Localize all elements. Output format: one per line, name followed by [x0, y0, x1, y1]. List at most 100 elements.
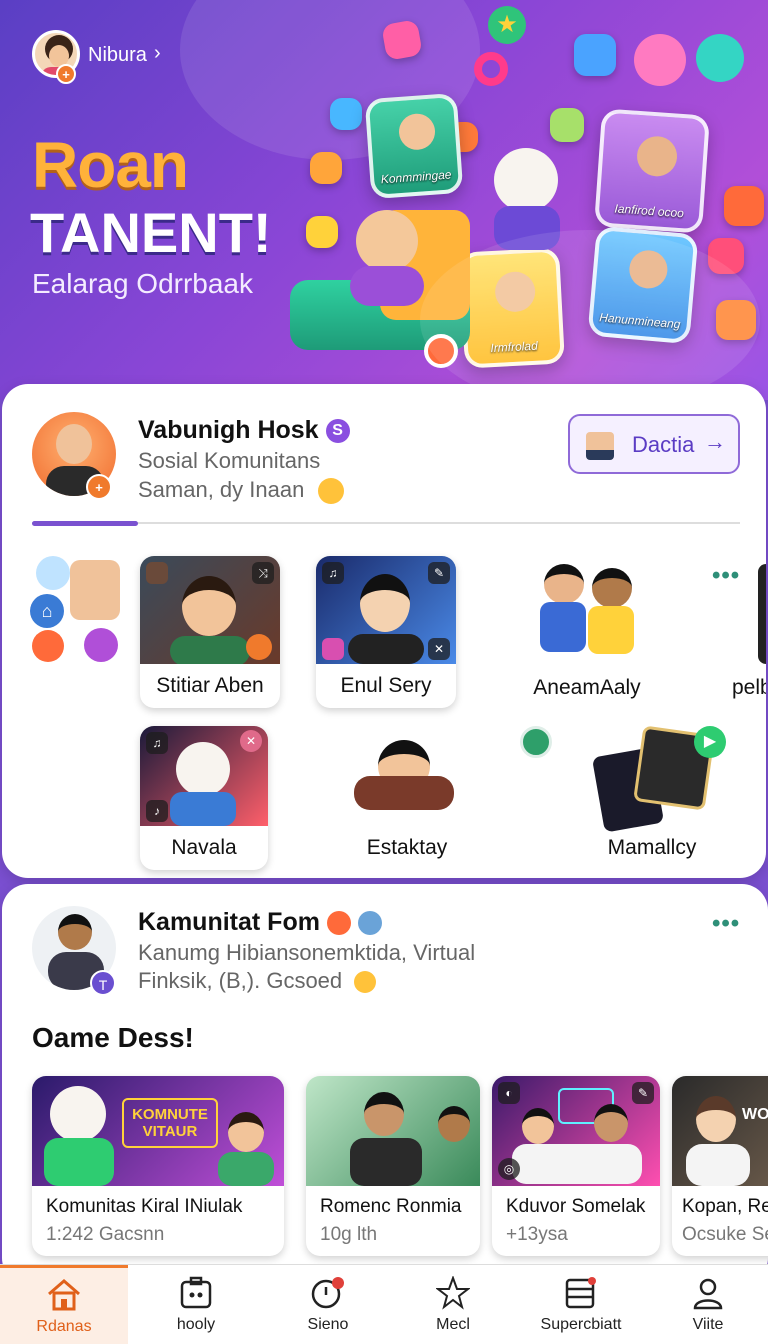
close-icon[interactable]: ✕	[240, 730, 262, 752]
author-name: Kamunitat Fom	[138, 908, 382, 937]
bear-mascot-illustration	[494, 148, 558, 212]
profile-name: Vabunigh Hosk S	[138, 416, 350, 445]
creator-item[interactable]: Estaktay	[332, 730, 482, 860]
record-icon: ◎	[498, 1158, 520, 1180]
profile-name: Nibura	[88, 44, 147, 66]
community-card[interactable]: KOMNUTE VITAUR Komunitas Kiral INiulak 1…	[32, 1076, 284, 1256]
puzzle-icon	[574, 34, 616, 76]
card-title: Komunitas Kiral INiulak	[46, 1196, 243, 1217]
user-icon	[693, 1278, 723, 1310]
play-icon[interactable]: ▶	[694, 726, 726, 758]
sticker-icon	[32, 630, 64, 662]
post-line1: Kanumg Hibiansonemktida, Virtual	[138, 940, 476, 965]
card-subtitle: 1:242 Gacsnn	[46, 1224, 165, 1245]
avatar: ◐	[498, 1082, 520, 1104]
sticker-icon	[330, 98, 362, 130]
tab-label: Mecl	[436, 1316, 470, 1333]
more-options-icon[interactable]: •••	[712, 910, 740, 938]
star-badge-icon: ★	[488, 6, 526, 44]
creator-tile: Ianfirod ocoo	[594, 108, 710, 234]
creator-card[interactable]: ♫ ✕ ♪ Navala	[140, 726, 268, 870]
profile-line1: Sosial Komunitans	[138, 448, 321, 473]
camera-icon	[180, 1276, 212, 1309]
avatar	[36, 556, 70, 590]
post-line2: Finksik, (B,). Gcsoed	[138, 968, 377, 994]
tile-label: Konmmingae	[380, 167, 452, 187]
creator-tile: Irmfrolad	[459, 247, 565, 369]
add-badge[interactable]: +	[86, 474, 112, 500]
tab-mecl[interactable]: Mecl	[392, 1265, 514, 1344]
section-title: Oame Dess!	[32, 1022, 194, 1053]
profile-switcher[interactable]: + Nibura ›	[30, 28, 190, 84]
wifi-icon	[634, 34, 686, 86]
creator-card[interactable]: ⤨ Stitiar Aben	[140, 556, 280, 708]
home-icon	[48, 1278, 80, 1310]
creator-card[interactable]: ♫ ✎ ✕ Enul Sery	[316, 556, 456, 708]
creator-item[interactable]: pelb	[732, 556, 766, 708]
sticker-icon	[708, 238, 744, 274]
card-title: Kopan, Re	[682, 1196, 768, 1217]
sticker-icon	[322, 638, 344, 660]
ring-icon	[474, 52, 508, 86]
timer-icon	[311, 1277, 344, 1309]
neon-sign: WOU	[742, 1106, 768, 1123]
creator-name: Stitiar Aben	[156, 674, 264, 697]
music-note-icon: ♪	[146, 800, 168, 822]
music-note-icon: ♫	[146, 732, 168, 754]
emoji-icon	[354, 971, 377, 994]
tab-supercbiatt[interactable]: Supercbiatt	[514, 1265, 648, 1344]
avatar	[357, 911, 382, 936]
creator-name: Enul Sery	[340, 674, 432, 697]
tab-label: Rdanas	[36, 1317, 92, 1335]
creator-item[interactable]: ▶ Mamallcy	[582, 724, 732, 864]
creator-tile: Konmmingae	[364, 92, 464, 200]
arrow-right-icon: →	[704, 429, 726, 454]
creator-name: Navala	[171, 836, 237, 859]
avatar	[146, 562, 168, 584]
tile-label: Ianfirod ocoo	[614, 201, 685, 221]
creator-name: AneamAaly	[533, 676, 641, 699]
sofa-wheel	[424, 334, 458, 368]
sticker-icon	[84, 628, 118, 662]
tab-hooly[interactable]: hooly	[128, 1265, 264, 1344]
chevron-right-icon: ›	[154, 42, 161, 64]
creator-name: pelb	[732, 676, 766, 699]
sticker-icon	[716, 300, 756, 340]
sticker-icon	[310, 152, 342, 184]
chat-bubble-icon[interactable]	[520, 726, 552, 758]
community-card[interactable]: WOU Kopan, Re Ocsuke Se	[672, 1076, 768, 1256]
tab-sieno[interactable]: Sieno	[264, 1265, 392, 1344]
sticker-icon	[724, 186, 764, 226]
progress-fill	[32, 521, 138, 526]
emoji-icon	[326, 911, 351, 936]
tile-label: Irmfrolad	[490, 338, 539, 356]
sticker-icon	[306, 216, 338, 248]
edit-icon[interactable]: ✎	[632, 1082, 654, 1104]
card-subtitle: 10g lth	[320, 1224, 378, 1245]
emoji-icon	[318, 478, 345, 505]
star-icon	[436, 1276, 470, 1310]
tab-label: hooly	[176, 1316, 216, 1333]
action-button[interactable]: Dactia →	[568, 414, 740, 474]
tab-label: Supercbiatt	[540, 1316, 622, 1333]
creator-cluster[interactable]: ⌂	[28, 554, 128, 666]
verified-icon: S	[325, 419, 350, 444]
avatar	[70, 560, 120, 620]
creator-item[interactable]: AneamAaly	[502, 556, 672, 708]
avatar	[586, 432, 614, 460]
community-card[interactable]: Romenc Ronmia 10g lth	[306, 1076, 480, 1256]
tab-label: Sieno	[307, 1316, 349, 1333]
feed-post-card: T Kamunitat Fom ••• Kanumg Hibiansonemkt…	[2, 884, 768, 1284]
tab-home[interactable]: Rdanas	[0, 1265, 128, 1344]
community-card[interactable]: ◐ ✎ ◎ Kduvor Somelak +13ysa	[492, 1076, 660, 1256]
avatar-badge: T	[90, 970, 116, 996]
edit-icon[interactable]: ✎	[428, 562, 450, 584]
tab-viite[interactable]: Viite	[648, 1265, 768, 1344]
close-icon[interactable]: ✕	[428, 638, 450, 660]
neon-sign: KOMNUTE VITAUR	[122, 1098, 218, 1148]
emoji-icon	[246, 634, 272, 660]
bottom-tab-bar: Rdanas hooly Sieno Mecl Supercbiatt Viit…	[0, 1264, 768, 1344]
shuffle-icon[interactable]: ⤨	[252, 562, 274, 584]
creator-name: Mamallcy	[607, 836, 697, 859]
progress-track	[32, 522, 740, 524]
